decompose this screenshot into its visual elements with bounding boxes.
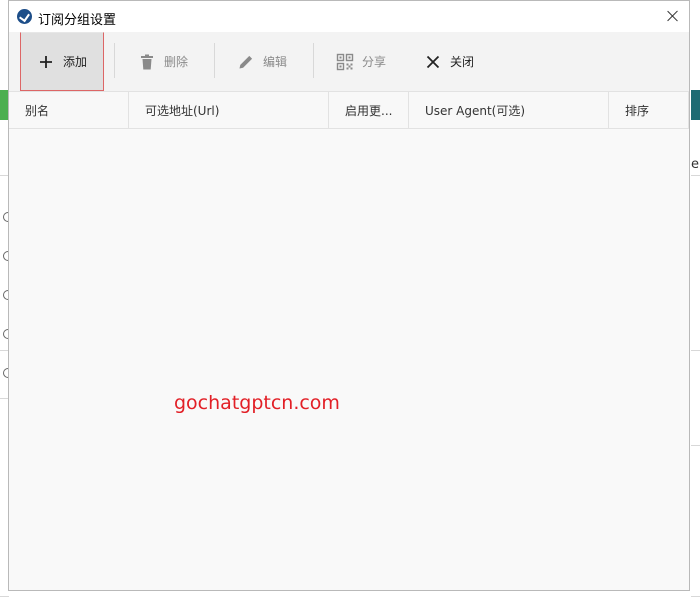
toolbar: 添加 删除 编辑 分享 关闭 — [9, 32, 689, 91]
app-logo-icon — [17, 9, 32, 24]
toolbar-separator — [114, 43, 115, 78]
title-bar: 订阅分组设置 — [9, 1, 689, 32]
background-divider — [0, 596, 9, 597]
add-button-label: 添加 — [62, 55, 87, 69]
grid-body[interactable] — [9, 129, 689, 590]
toolbar-separator — [214, 43, 215, 78]
background-teal-tab — [691, 90, 700, 120]
grid-header: 别名 可选地址(Url) 启用更... User Agent(可选) 排序 — [9, 91, 689, 129]
qr-code-icon — [336, 53, 354, 70]
toolbar-separator — [313, 43, 314, 78]
column-header-enable-update[interactable]: 启用更... — [329, 92, 409, 129]
share-button-label: 分享 — [362, 55, 387, 69]
subscription-group-dialog: 订阅分组设置 添加 删除 编辑 分享 关闭 别名 可选地址(Url) 启用更..… — [8, 0, 690, 591]
delete-button-label: 删除 — [164, 55, 189, 69]
plus-icon — [39, 55, 52, 68]
delete-button[interactable]: 删除 — [128, 32, 198, 91]
column-header-url[interactable]: 可选地址(Url) — [129, 92, 329, 129]
trash-icon — [141, 54, 153, 69]
column-header-sort[interactable]: 排序 — [609, 92, 689, 129]
background-divider — [691, 596, 700, 597]
column-header-user-agent[interactable]: User Agent(可选) — [409, 92, 609, 129]
share-button[interactable]: 分享 — [326, 32, 396, 91]
background-divider — [691, 175, 700, 176]
edit-button[interactable]: 编辑 — [227, 32, 297, 91]
window-title: 订阅分组设置 — [38, 13, 117, 28]
background-text: e — [691, 157, 699, 172]
close-button[interactable]: 关闭 — [414, 32, 484, 91]
close-button-label: 关闭 — [450, 55, 475, 69]
background-divider — [691, 445, 700, 446]
column-header-alias[interactable]: 别名 — [9, 92, 129, 129]
edit-button-label: 编辑 — [263, 55, 288, 69]
pencil-icon — [239, 55, 253, 68]
x-icon — [426, 55, 440, 68]
close-icon[interactable] — [663, 6, 683, 26]
background-divider — [691, 350, 700, 351]
add-button[interactable]: 添加 — [20, 32, 104, 91]
watermark-text: gochatgptcn.com — [174, 392, 340, 414]
